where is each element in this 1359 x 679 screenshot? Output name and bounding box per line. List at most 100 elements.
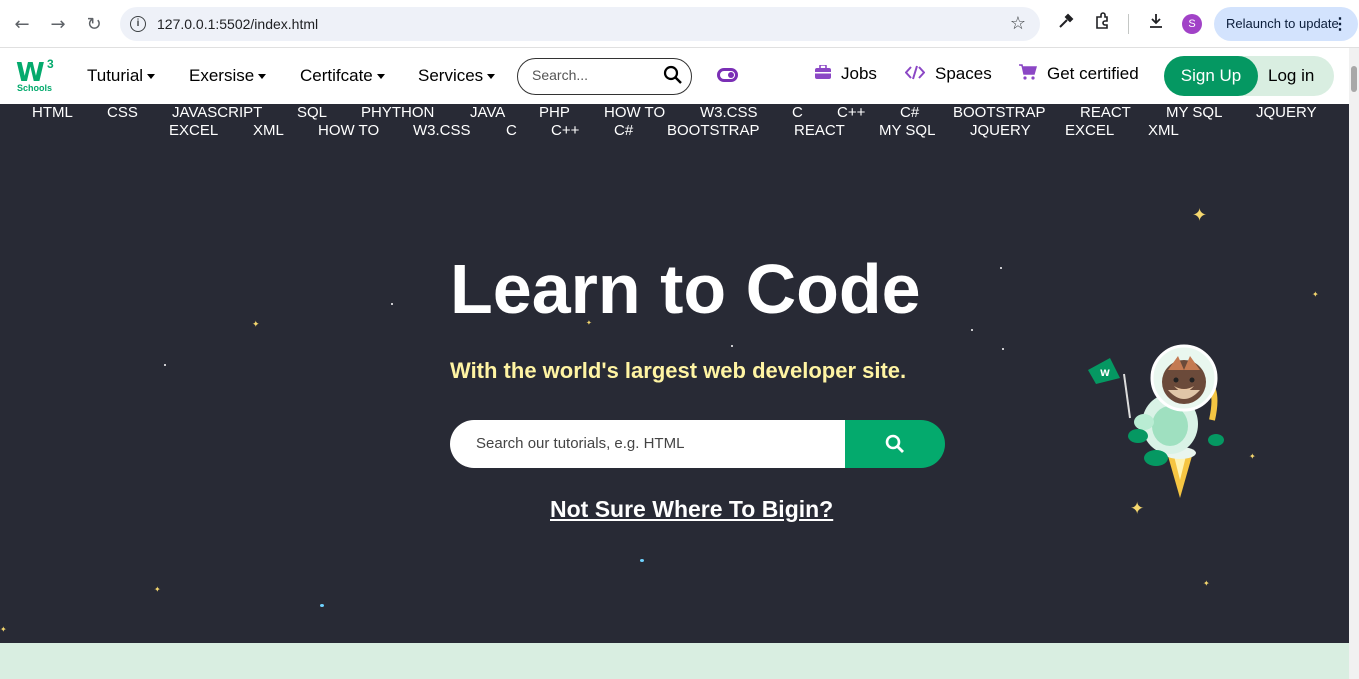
spaces-label: Spaces bbox=[935, 64, 992, 83]
jobs-label: Jobs bbox=[841, 64, 877, 83]
get-certified-label: Get certified bbox=[1047, 64, 1139, 83]
spaces-link[interactable]: Spaces bbox=[904, 64, 992, 85]
search-icon[interactable] bbox=[663, 65, 683, 90]
topic-link[interactable]: C bbox=[506, 122, 517, 139]
search-icon bbox=[885, 434, 904, 453]
extensions-icon[interactable] bbox=[1090, 12, 1114, 36]
sparkle-decoration: ✦ bbox=[1249, 452, 1256, 461]
where-to-begin-link[interactable]: Not Sure Where To Bigin? bbox=[550, 496, 833, 523]
tutorial-search-input[interactable] bbox=[476, 435, 836, 452]
star-decoration bbox=[164, 364, 166, 366]
tutorial-search-button[interactable] bbox=[845, 420, 945, 468]
briefcase-icon bbox=[815, 63, 831, 85]
logo-superscript: 3 bbox=[47, 57, 54, 71]
sparkle-decoration: ✦ bbox=[1312, 290, 1319, 299]
menu-tutorial[interactable]: Tuturial bbox=[87, 66, 156, 86]
download-icon[interactable] bbox=[1144, 12, 1168, 36]
astronaut-illustration: W bbox=[1088, 344, 1224, 498]
next-section-band bbox=[0, 643, 1349, 679]
menu-certificate-label: Certifcate bbox=[300, 66, 373, 85]
topic-link[interactable]: XML bbox=[1148, 122, 1179, 139]
svg-text:W: W bbox=[1100, 369, 1110, 379]
w3schools-logo[interactable]: W 3 Schools bbox=[14, 57, 58, 98]
reload-icon[interactable]: ↻ bbox=[82, 12, 106, 36]
site-search-box[interactable] bbox=[517, 58, 692, 95]
topic-link[interactable]: BOOTSTRAP bbox=[667, 122, 760, 139]
sparkle-decoration: ✦ bbox=[0, 625, 7, 634]
caret-down-icon bbox=[487, 74, 496, 80]
hero-subtitle: With the world's largest web developer s… bbox=[450, 358, 907, 383]
menu-certificate[interactable]: Certifcate bbox=[300, 66, 385, 86]
hero-section: HTML CSS JAVASCRIPT SQL PHYTHON JAVA PHP… bbox=[0, 104, 1349, 643]
menu-tutorial-label: Tuturial bbox=[87, 66, 144, 85]
topic-link[interactable]: HOW TO bbox=[604, 104, 665, 121]
topic-link[interactable]: HOW TO bbox=[318, 122, 379, 139]
relaunch-button[interactable]: Relaunch to update ⋮ bbox=[1214, 7, 1358, 41]
topic-link[interactable]: CSS bbox=[107, 104, 138, 121]
star-decoration bbox=[971, 329, 973, 331]
caret-down-icon bbox=[376, 74, 385, 80]
topic-link[interactable]: W3.CSS bbox=[413, 122, 471, 139]
cart-icon bbox=[1019, 64, 1037, 85]
sparkle-decoration: ✦ bbox=[154, 585, 161, 594]
star-decoration bbox=[1000, 267, 1002, 269]
back-icon[interactable]: ← bbox=[10, 12, 34, 36]
sparkle-decoration: ✦ bbox=[252, 320, 260, 330]
star-decoration bbox=[391, 303, 393, 305]
bookmark-star-icon[interactable]: ☆ bbox=[1010, 13, 1026, 34]
toggle-knob bbox=[728, 72, 734, 78]
topic-link[interactable]: MY SQL bbox=[879, 122, 935, 139]
address-bar[interactable]: i 127.0.0.1:5502/index.html ☆ bbox=[120, 7, 1040, 41]
star-decoration bbox=[640, 559, 644, 562]
topic-link[interactable]: C++ bbox=[837, 104, 865, 121]
topic-link[interactable]: JAVASCRIPT bbox=[172, 104, 262, 121]
topic-link[interactable]: W3.CSS bbox=[700, 104, 758, 121]
topic-link[interactable]: PHYTHON bbox=[361, 104, 434, 121]
site-search-input[interactable] bbox=[532, 67, 652, 83]
topic-link[interactable]: BOOTSTRAP bbox=[953, 104, 1046, 121]
jobs-link[interactable]: Jobs bbox=[815, 63, 877, 85]
eyedropper-icon[interactable] bbox=[1054, 12, 1078, 36]
topic-link[interactable]: PHP bbox=[539, 104, 570, 121]
topic-link[interactable]: REACT bbox=[794, 122, 845, 139]
topic-link[interactable]: C++ bbox=[551, 122, 579, 139]
scrollbar-thumb[interactable] bbox=[1351, 66, 1357, 92]
topic-link[interactable]: EXCEL bbox=[169, 122, 218, 139]
site-navbar: W 3 Schools Tuturial Exersise Certifcate… bbox=[0, 48, 1349, 104]
more-menu-icon[interactable]: ⋮ bbox=[1332, 14, 1348, 34]
star-decoration bbox=[731, 345, 733, 347]
code-icon bbox=[904, 65, 926, 85]
site-info-icon[interactable]: i bbox=[130, 16, 146, 32]
topic-link[interactable]: JAVA bbox=[470, 104, 505, 121]
hero-title: Learn to Code bbox=[450, 250, 921, 328]
topic-link[interactable]: JQUERY bbox=[970, 122, 1031, 139]
menu-exercise[interactable]: Exersise bbox=[189, 66, 267, 86]
topic-link[interactable]: JQUERY bbox=[1256, 104, 1317, 121]
sparkle-decoration: ✦ bbox=[1130, 499, 1145, 519]
tutorial-search bbox=[450, 420, 945, 468]
relaunch-label: Relaunch to update bbox=[1226, 16, 1339, 31]
topic-link[interactable]: EXCEL bbox=[1065, 122, 1114, 139]
topic-link[interactable]: SQL bbox=[297, 104, 327, 121]
topic-link[interactable]: C# bbox=[614, 122, 633, 139]
topic-link[interactable]: MY SQL bbox=[1166, 104, 1222, 121]
tutorial-search-box[interactable] bbox=[450, 420, 850, 468]
theme-toggle[interactable] bbox=[717, 68, 738, 82]
browser-toolbar: ← → ↻ i 127.0.0.1:5502/index.html ☆ S Re… bbox=[0, 0, 1359, 48]
get-certified-link[interactable]: Get certified bbox=[1019, 64, 1139, 85]
topic-link[interactable]: HTML bbox=[32, 104, 73, 121]
menu-exercise-label: Exersise bbox=[189, 66, 255, 85]
forward-icon[interactable]: → bbox=[46, 12, 70, 36]
topic-link[interactable]: C bbox=[792, 104, 803, 121]
profile-avatar[interactable]: S bbox=[1182, 14, 1202, 34]
star-decoration bbox=[320, 604, 324, 607]
topic-link[interactable]: C# bbox=[900, 104, 919, 121]
url-text[interactable]: 127.0.0.1:5502/index.html bbox=[157, 16, 318, 32]
toolbar-divider bbox=[1128, 14, 1129, 34]
menu-services[interactable]: Services bbox=[418, 66, 496, 86]
signup-button[interactable]: Sign Up bbox=[1164, 56, 1258, 96]
menu-services-label: Services bbox=[418, 66, 484, 85]
topic-link[interactable]: XML bbox=[253, 122, 284, 139]
topic-link[interactable]: REACT bbox=[1080, 104, 1131, 121]
page-scrollbar[interactable] bbox=[1349, 48, 1359, 679]
